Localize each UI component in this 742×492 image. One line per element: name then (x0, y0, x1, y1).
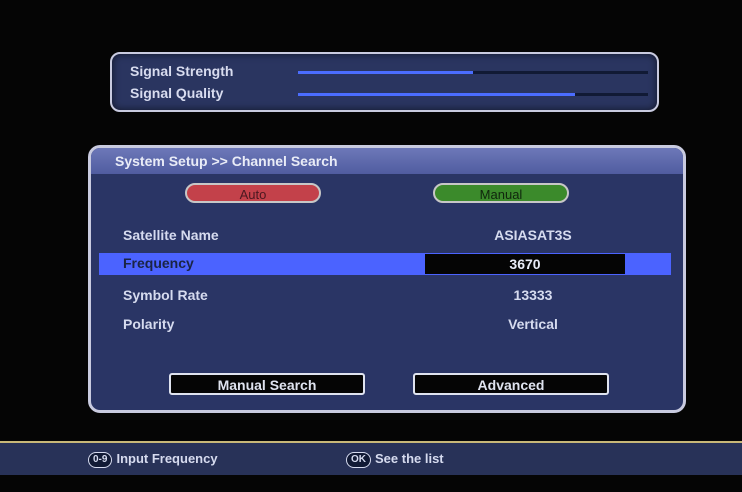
hint-see-list: OK See the list (346, 451, 444, 468)
frequency-row[interactable]: Frequency 3670 (99, 253, 671, 275)
signal-quality-bar (298, 93, 648, 96)
signal-quality-label: Signal Quality (130, 85, 224, 101)
signal-strength-label: Signal Strength (130, 63, 234, 79)
ok-key-icon: OK (346, 452, 371, 468)
polarity-value: Vertical (508, 316, 558, 332)
frequency-label: Frequency (123, 255, 194, 271)
manual-mode-button[interactable]: Manual (433, 183, 569, 203)
panel-title: System Setup >> Channel Search (91, 148, 683, 174)
hint-input-frequency: 0-9 Input Frequency (88, 451, 218, 468)
hint-see-list-text: See the list (375, 451, 444, 466)
signal-quality-row: Signal Quality (130, 85, 648, 103)
symbol-rate-label: Symbol Rate (123, 287, 208, 303)
advanced-button[interactable]: Advanced (413, 373, 609, 395)
number-keys-icon: 0-9 (88, 452, 113, 468)
help-bar: 0-9 Input Frequency OK See the list (0, 443, 742, 475)
polarity-label: Polarity (123, 316, 175, 332)
auto-mode-button[interactable]: Auto (185, 183, 321, 203)
signal-strength-bar (298, 71, 648, 74)
signal-strength-row: Signal Strength (130, 63, 648, 81)
signal-quality-fill (298, 93, 575, 96)
signal-strength-fill (298, 71, 473, 74)
manual-search-button[interactable]: Manual Search (169, 373, 365, 395)
symbol-rate-row[interactable]: Symbol Rate 13333 (99, 285, 671, 307)
panel-body: Auto Manual Satellite Name ASIASAT3S Fre… (99, 175, 671, 401)
hint-input-frequency-text: Input Frequency (116, 451, 218, 466)
frequency-input[interactable]: 3670 (425, 254, 625, 274)
signal-box: Signal Strength Signal Quality (110, 52, 659, 112)
tv-screen: Signal Strength Signal Quality System Se… (0, 0, 742, 492)
channel-search-panel: System Setup >> Channel Search Auto Manu… (88, 145, 686, 413)
satellite-name-label: Satellite Name (123, 227, 219, 243)
satellite-name-value: ASIASAT3S (494, 227, 572, 243)
satellite-name-row[interactable]: Satellite Name ASIASAT3S (99, 225, 671, 247)
polarity-row[interactable]: Polarity Vertical (99, 314, 671, 336)
symbol-rate-value: 13333 (513, 287, 553, 303)
